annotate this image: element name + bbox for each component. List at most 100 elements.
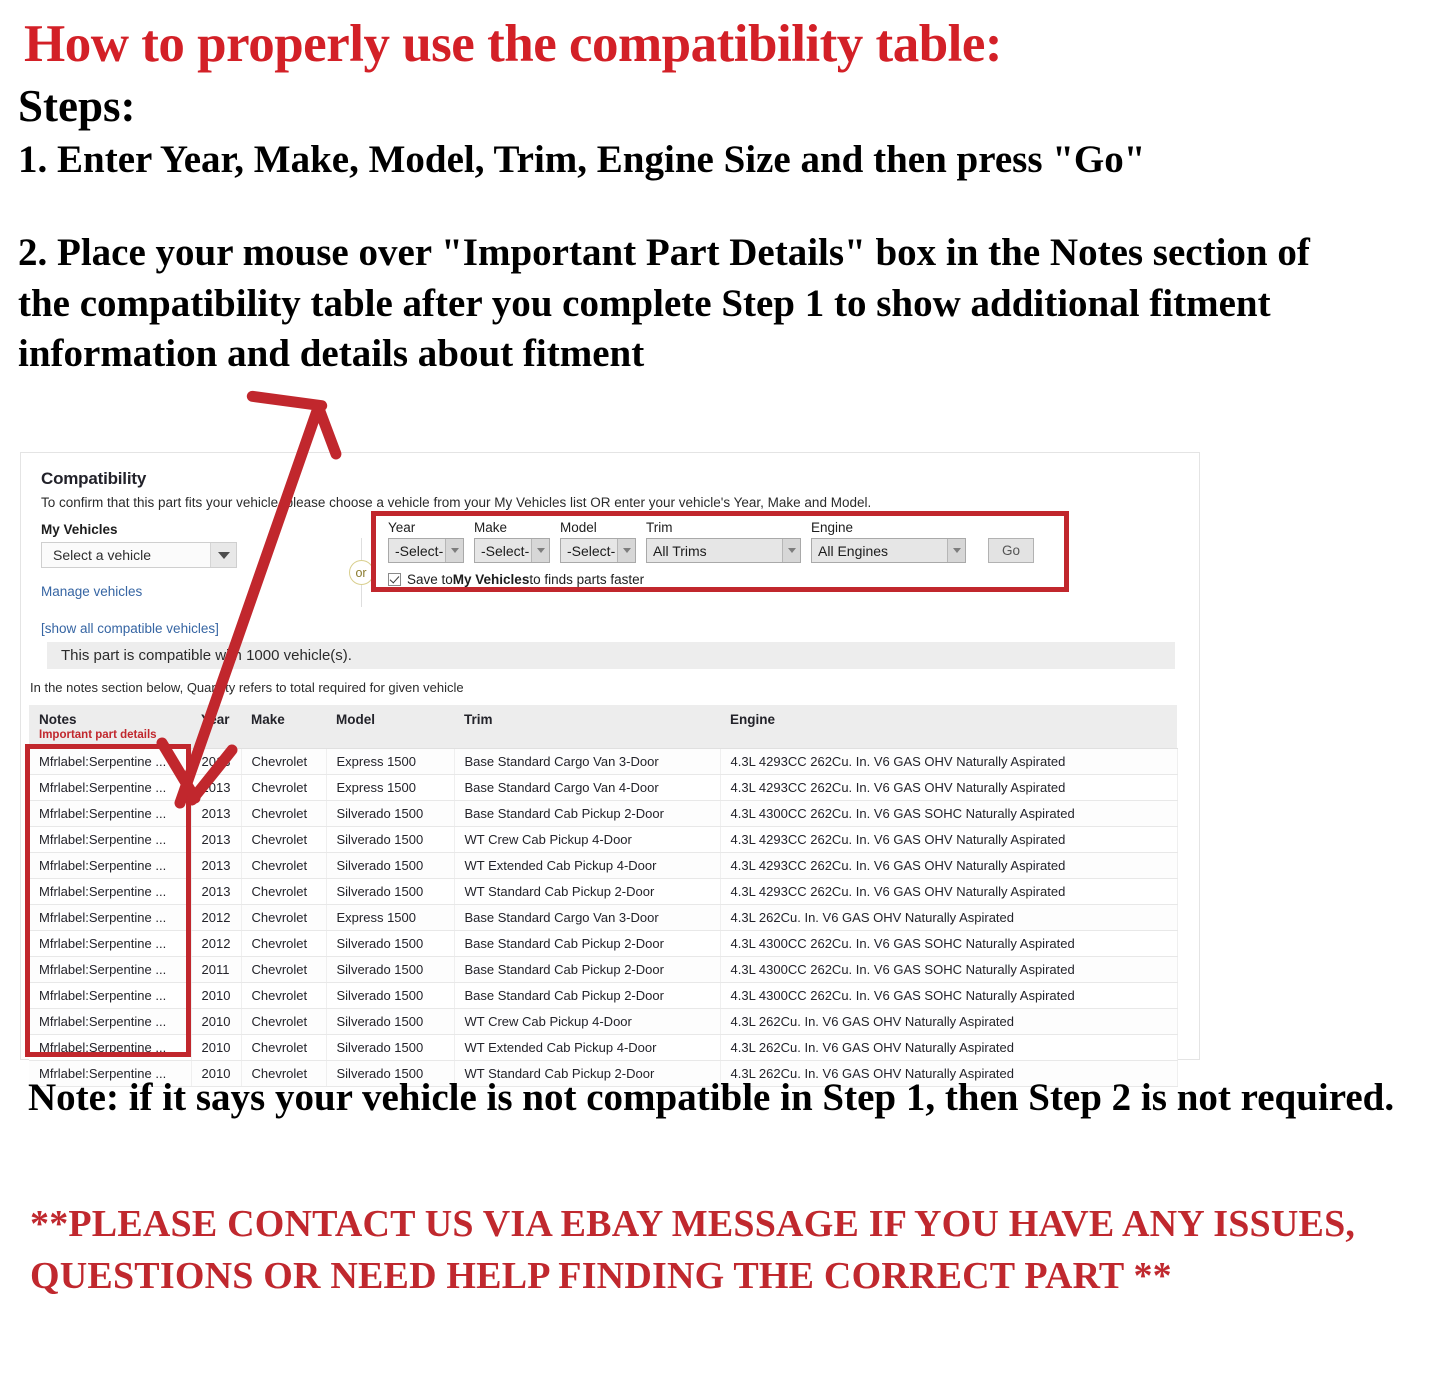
table-row: Mfrlabel:Serpentine ... 2013 Chevrolet Silv… — [29, 800, 1178, 827]
column-header-make[interactable]: Make — [241, 705, 326, 749]
step-1-text: 1. Enter Year, Make, Model, Trim, Engine… — [18, 138, 1146, 182]
fitment-cell-notes[interactable]: Mfrlabel:Serpentine ... — [29, 1034, 192, 1061]
trim-field: Trim All Trims — [646, 520, 801, 564]
fitment-cell-model: Express 1500 — [326, 748, 455, 775]
model-select[interactable]: -Select- — [560, 538, 636, 564]
page-title: How to properly use the compatibility ta… — [24, 15, 1003, 73]
year-label: Year — [388, 520, 416, 535]
trim-select[interactable]: All Trims — [646, 538, 801, 564]
fitment-table-head: Notes Important part details Year Make M… — [29, 705, 1177, 749]
fitment-cell-notes[interactable]: Mfrlabel:Serpentine ... — [29, 878, 192, 905]
fitment-cell-make: Chevrolet — [241, 982, 327, 1009]
fitment-cell-model: Silverado 1500 — [326, 826, 455, 853]
engine-select[interactable]: All Engines — [811, 538, 966, 564]
fitment-cell-make: Chevrolet — [241, 904, 327, 931]
fitment-cell-make: Chevrolet — [241, 1034, 327, 1061]
fitment-cell-year: 2013 — [191, 852, 242, 879]
fitment-cell-make: Chevrolet — [241, 748, 327, 775]
year-select[interactable]: -Select- — [388, 538, 464, 564]
table-row: Mfrlabel:Serpentine ... 2013 Chevrolet Silv… — [29, 878, 1178, 905]
fitment-cell-engine: 4.3L 4293CC 262Cu. In. V6 GAS OHV Natura… — [720, 748, 1178, 775]
fitment-cell-trim: Base Standard Cab Pickup 2-Door — [454, 956, 721, 983]
fitment-table-body: Mfrlabel:Serpentine ... 2013 Chevrolet Expr… — [29, 748, 1178, 1087]
ymme-fields-row: Year -Select- Make -Select- Model -Selec… — [388, 520, 1058, 564]
make-select[interactable]: -Select- — [474, 538, 550, 564]
trim-select-value: All Trims — [653, 542, 707, 559]
column-header-engine[interactable]: Engine — [720, 705, 1177, 749]
fitment-cell-trim: Base Standard Cargo Van 4-Door — [454, 774, 721, 801]
fitment-cell-notes[interactable]: Mfrlabel:Serpentine ... — [29, 826, 192, 853]
my-vehicles-select[interactable]: Select a vehicle — [41, 542, 237, 568]
fitment-cell-trim: Base Standard Cargo Van 3-Door — [454, 904, 721, 931]
or-divider-line-top — [360, 538, 362, 560]
fitment-cell-trim: WT Crew Cab Pickup 4-Door — [454, 1008, 721, 1035]
fitment-table-header-row: Notes Important part details Year Make M… — [29, 705, 1177, 749]
table-row: Mfrlabel:Serpentine ... 2010 Chevrolet Silv… — [29, 1008, 1178, 1035]
fitment-cell-make: Chevrolet — [241, 930, 327, 957]
fitment-cell-trim: Base Standard Cab Pickup 2-Door — [454, 800, 721, 827]
fitment-cell-make: Chevrolet — [241, 956, 327, 983]
fitment-cell-notes[interactable]: Mfrlabel:Serpentine ... — [29, 982, 192, 1009]
fitment-cell-notes[interactable]: Mfrlabel:Serpentine ... — [29, 904, 192, 931]
step-2-text: 2. Place your mouse over "Important Part… — [18, 230, 1310, 376]
chevron-down-icon — [617, 539, 635, 563]
make-field: Make -Select- — [474, 520, 550, 564]
column-header-model[interactable]: Model — [326, 705, 454, 749]
fitment-cell-year: 2010 — [191, 1034, 242, 1061]
column-header-year[interactable]: Year — [191, 705, 241, 749]
fitment-cell-notes[interactable]: Mfrlabel:Serpentine ... — [29, 956, 192, 983]
save-vehicle-checkbox[interactable] — [388, 573, 401, 587]
fitment-cell-year: 2013 — [191, 878, 242, 905]
fitment-cell-make: Chevrolet — [241, 878, 327, 905]
fitment-cell-engine: 4.3L 4300CC 262Cu. In. V6 GAS SOHC Natur… — [720, 930, 1178, 957]
engine-field: Engine All Engines — [811, 520, 966, 564]
make-select-value: -Select- — [481, 542, 530, 559]
fitment-cell-engine: 4.3L 4293CC 262Cu. In. V6 GAS OHV Natura… — [720, 878, 1178, 905]
my-vehicles-select-value: Select a vehicle — [53, 547, 152, 563]
manage-vehicles-link[interactable]: Manage vehicles — [41, 584, 301, 599]
fitment-cell-year: 2013 — [191, 826, 242, 853]
fitment-cell-notes[interactable]: Mfrlabel:Serpentine ... — [29, 748, 192, 775]
fitment-cell-model: Silverado 1500 — [326, 878, 455, 905]
chevron-down-icon — [445, 539, 463, 563]
save-label-bold: My Vehicles — [452, 572, 530, 588]
go-button[interactable]: Go — [988, 538, 1034, 564]
save-to-my-vehicles-row[interactable]: Save to My Vehicles to finds parts faste… — [388, 572, 1058, 587]
compatibility-heading: Compatibility — [41, 469, 147, 488]
steps-label: Steps: — [18, 81, 136, 131]
fitment-cell-notes[interactable]: Mfrlabel:Serpentine ... — [29, 774, 192, 801]
important-part-details-label[interactable]: Important part details — [39, 729, 191, 741]
or-badge: or — [348, 560, 374, 585]
model-field: Model -Select- — [560, 520, 636, 564]
fitment-cell-make: Chevrolet — [241, 774, 327, 801]
fitment-cell-trim: Base Standard Cab Pickup 2-Door — [454, 930, 721, 957]
column-header-trim[interactable]: Trim — [454, 705, 720, 749]
column-header-notes[interactable]: Notes Important part details — [29, 705, 191, 749]
fitment-cell-year: 2013 — [191, 774, 242, 801]
fitment-cell-trim: WT Extended Cab Pickup 4-Door — [454, 1034, 721, 1061]
make-label: Make — [474, 520, 508, 535]
my-vehicles-column: My Vehicles Select a vehicle Manage vehi… — [39, 522, 301, 636]
table-row: Mfrlabel:Serpentine ... 2012 Chevrolet Expr… — [29, 904, 1178, 931]
fitment-cell-notes[interactable]: Mfrlabel:Serpentine ... — [29, 930, 192, 957]
show-all-compatible-vehicles-link[interactable]: [show all compatible vehicles] — [41, 621, 301, 636]
fitment-cell-engine: 4.3L 262Cu. In. V6 GAS OHV Naturally Asp… — [720, 1008, 1178, 1035]
fitment-cell-notes[interactable]: Mfrlabel:Serpentine ... — [29, 852, 192, 879]
fitment-table: Notes Important part details Year Make M… — [29, 705, 1178, 1087]
fitment-cell-year: 2010 — [191, 1008, 242, 1035]
fitment-cell-make: Chevrolet — [241, 1008, 327, 1035]
fitment-cell-model: Express 1500 — [326, 774, 455, 801]
save-label-suffix: to finds parts faster — [529, 572, 645, 588]
table-row: Mfrlabel:Serpentine ... 2013 Chevrolet Expr… — [29, 748, 1178, 775]
engine-label: Engine — [811, 520, 854, 535]
fitment-cell-trim: Base Standard Cargo Van 3-Door — [454, 748, 721, 775]
trim-label: Trim — [646, 520, 673, 535]
table-row: Mfrlabel:Serpentine ... 2012 Chevrolet Silv… — [29, 930, 1178, 957]
footer-contact-text: **PLEASE CONTACT US VIA EBAY MESSAGE IF … — [30, 1203, 1356, 1298]
fitment-cell-notes[interactable]: Mfrlabel:Serpentine ... — [29, 1008, 192, 1035]
fitment-cell-trim: WT Extended Cab Pickup 4-Door — [454, 852, 721, 879]
fitment-cell-notes[interactable]: Mfrlabel:Serpentine ... — [29, 800, 192, 827]
fitment-cell-model: Silverado 1500 — [326, 1034, 455, 1061]
table-row: Mfrlabel:Serpentine ... 2010 Chevrolet Silv… — [29, 982, 1178, 1009]
fitment-cell-year: 2013 — [191, 800, 242, 827]
